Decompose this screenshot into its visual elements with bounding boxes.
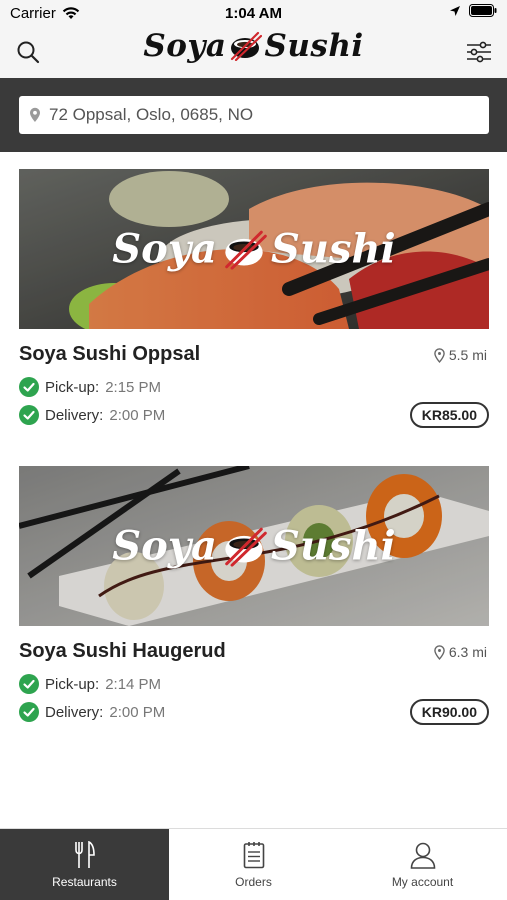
logo-text-right: Sushi [264,28,364,64]
pickup-label: Pick-up: [45,378,100,396]
location-arrow-icon [450,5,460,16]
soy-bowl-icon [225,230,267,269]
tab-label: My account [391,874,454,889]
brand-text-right: Sushi [270,522,396,570]
restaurant-list: Soya Sushi Soya Sushi Oppsal 5.5 mi Pick… [0,152,507,828]
pickup-label: Pick-up: [45,675,100,693]
tab-label: Orders [235,874,272,889]
restaurant-brand-overlay: Soya Sushi [19,523,489,570]
restaurant-card[interactable]: Soya Sushi Soya Sushi Oppsal 5.5 mi Pick… [19,169,489,429]
app-header: Soya Sushi [0,26,507,78]
clipboard-icon [243,841,264,868]
brand-text-left: Soya [112,225,217,273]
tab-my-account[interactable]: My account [338,829,507,900]
distance-text: 5.5 mi [448,347,487,363]
delivery-time: 2:00 PM [109,406,166,424]
delivery-row: Delivery: 2:00 PM KR90.00 [19,698,489,726]
restaurant-title-row: Soya Sushi Haugerud 6.3 mi [19,640,489,670]
tab-label: Restaurants [52,874,117,889]
min-price-badge: KR85.00 [409,402,489,428]
pickup-time: 2:14 PM [105,675,162,693]
tab-bar: Restaurants Orders My account [0,828,507,900]
pickup-row: Pick-up: 2:14 PM [19,670,489,698]
restaurant-image[interactable]: Soya Sushi [19,169,489,329]
pickup-time: 2:15 PM [105,378,162,396]
restaurant-image[interactable]: Soya Sushi [19,466,489,626]
brand-text-left: Soya [112,522,217,570]
tab-restaurants[interactable]: Restaurants [0,829,169,900]
restaurant-distance: 5.5 mi [434,347,487,363]
status-bar: Carrier 1:04 AM [0,0,507,26]
restaurant-name[interactable]: Soya Sushi Oppsal [19,343,200,366]
delivery-row: Delivery: 2:00 PM KR85.00 [19,401,489,429]
soy-bowl-icon [225,527,267,566]
map-pin-icon [30,107,40,122]
tab-orders[interactable]: Orders [169,829,338,900]
check-circle-icon [19,702,39,722]
address-bar: 72 Oppsal, Oslo, 0685, NO [0,78,507,152]
distance-text: 6.3 mi [448,644,487,660]
restaurant-title-row: Soya Sushi Oppsal 5.5 mi [19,343,489,373]
restaurant-brand-overlay: Soya Sushi [19,226,489,273]
restaurant-distance: 6.3 mi [434,644,487,660]
status-time: 1:04 AM [225,5,282,22]
fork-knife-icon [74,840,95,868]
soy-bowl-icon [231,31,263,61]
battery-icon [469,4,497,17]
pickup-row: Pick-up: 2:15 PM [19,373,489,401]
brand-text-right: Sushi [270,225,396,273]
check-circle-icon [19,405,39,425]
person-icon [410,842,435,869]
sliders-icon [467,41,491,63]
address-text: 72 Oppsal, Oslo, 0685, NO [49,105,254,124]
check-circle-icon [19,674,39,694]
restaurant-card[interactable]: Soya Sushi Soya Sushi Haugerud 6.3 mi Pi… [19,466,489,726]
logo-text-left: Soya [143,28,227,64]
filter-button[interactable] [459,32,499,72]
delivery-label: Delivery: [45,406,104,424]
status-right [449,4,497,17]
address-input[interactable]: 72 Oppsal, Oslo, 0685, NO [19,96,489,134]
app-logo: Soya Sushi [0,28,507,64]
delivery-time: 2:00 PM [109,703,166,721]
check-circle-icon [19,377,39,397]
delivery-label: Delivery: [45,703,104,721]
min-price-badge: KR90.00 [409,699,489,725]
map-pin-icon [434,644,445,660]
map-pin-icon [434,347,445,363]
restaurant-name[interactable]: Soya Sushi Haugerud [19,640,226,663]
